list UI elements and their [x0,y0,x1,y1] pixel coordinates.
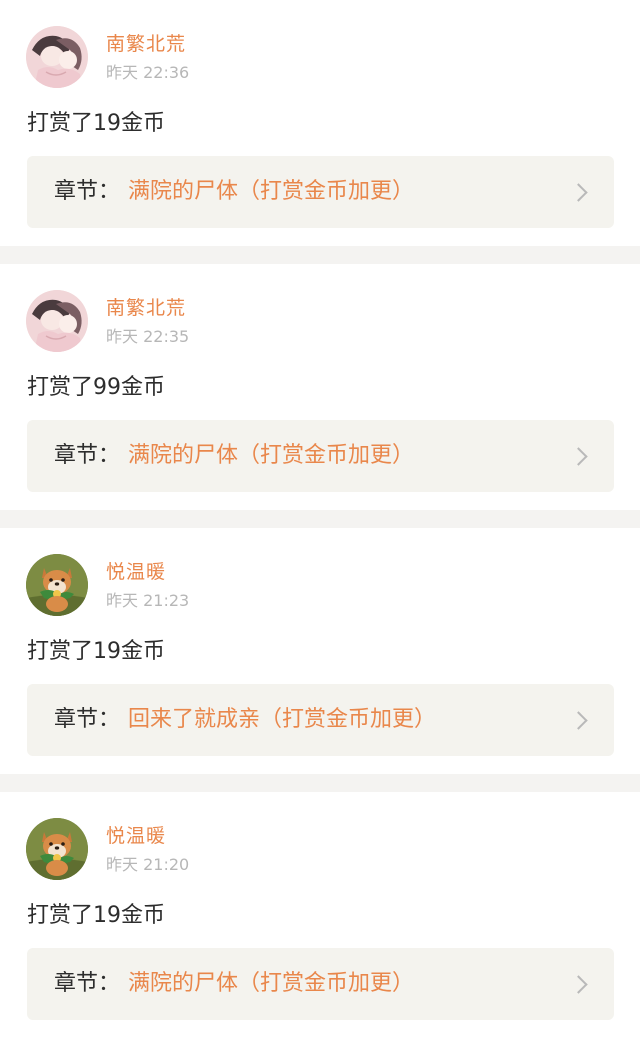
reward-card: 悦温暖 昨天 21:20 打赏了19金币 章节： 满院的尸体（打赏金币加更） [0,792,640,1041]
username[interactable]: 悦温暖 [106,824,166,848]
timestamp: 昨天 21:23 [106,591,190,610]
timestamp: 昨天 21:20 [106,855,190,874]
chevron-right-icon [574,710,586,730]
chapter-label: 章节： [54,707,121,732]
reward-amount-text: 打赏了19金币 [27,111,165,136]
username[interactable]: 南繁北荒 [106,32,186,56]
chapter-link[interactable]: 章节： 回来了就成亲（打赏金币加更） [27,684,614,756]
chapter-label: 章节： [54,179,121,204]
timestamp: 昨天 22:35 [106,327,190,346]
user-avatar[interactable] [26,818,88,880]
chevron-right-icon [574,182,586,202]
anime-couple-avatar-icon [26,290,88,352]
shiba-dog-avatar-icon [26,554,88,616]
chapter-title: 满院的尸体（打赏金币加更） [128,179,415,204]
shiba-dog-avatar-icon [26,818,88,880]
reward-amount-text: 打赏了99金币 [27,375,165,400]
reward-card: 南繁北荒 昨天 22:36 打赏了19金币 章节： 满院的尸体（打赏金币加更） [0,0,640,246]
username[interactable]: 悦温暖 [106,560,166,584]
chapter-link[interactable]: 章节： 满院的尸体（打赏金币加更） [27,156,614,228]
anime-couple-avatar-icon [26,26,88,88]
timestamp: 昨天 22:36 [106,63,190,82]
chapter-title: 满院的尸体（打赏金币加更） [128,971,415,996]
chapter-title: 回来了就成亲（打赏金币加更） [128,707,437,732]
reward-amount-text: 打赏了19金币 [27,639,165,664]
chapter-label: 章节： [54,443,121,468]
chapter-title: 满院的尸体（打赏金币加更） [128,443,415,468]
chapter-label: 章节： [54,971,121,996]
reward-feed: 南繁北荒 昨天 22:36 打赏了19金币 章节： 满院的尸体（打赏金币加更） … [0,0,640,1041]
chevron-right-icon [574,974,586,994]
reward-amount-text: 打赏了19金币 [27,903,165,928]
reward-card: 南繁北荒 昨天 22:35 打赏了99金币 章节： 满院的尸体（打赏金币加更） [0,264,640,510]
reward-card: 悦温暖 昨天 21:23 打赏了19金币 章节： 回来了就成亲（打赏金币加更） [0,528,640,774]
chapter-link[interactable]: 章节： 满院的尸体（打赏金币加更） [27,420,614,492]
username[interactable]: 南繁北荒 [106,296,186,320]
user-avatar[interactable] [26,290,88,352]
user-avatar[interactable] [26,26,88,88]
chapter-link[interactable]: 章节： 满院的尸体（打赏金币加更） [27,948,614,1020]
user-avatar[interactable] [26,554,88,616]
chevron-right-icon [574,446,586,466]
